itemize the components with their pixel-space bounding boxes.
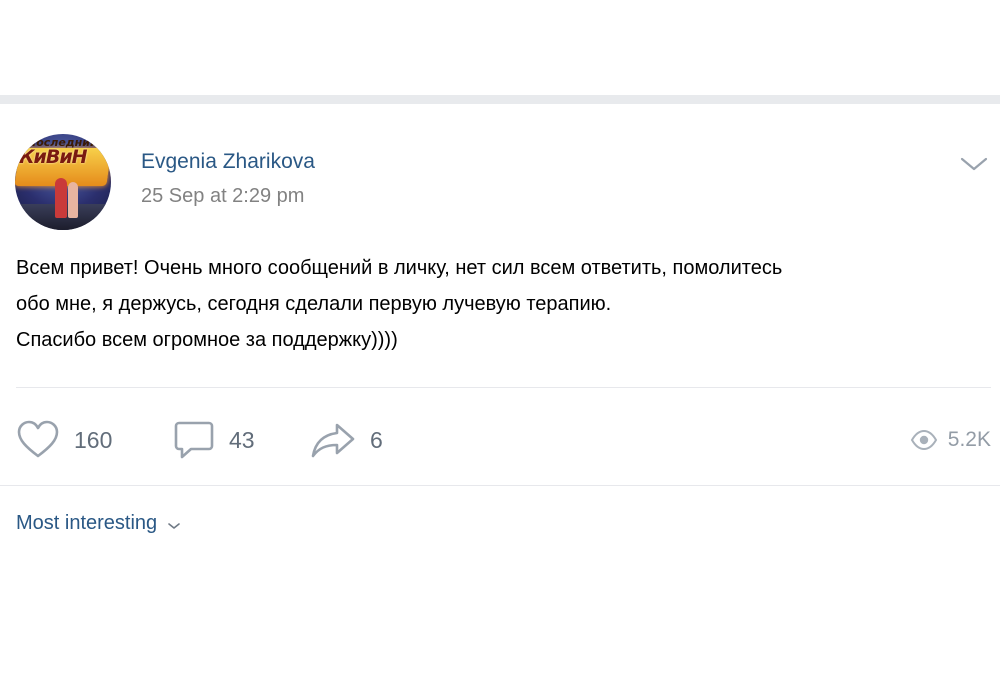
- post-date-link[interactable]: 25 Sep at 2:29 pm: [141, 185, 304, 208]
- chevron-down-icon: [168, 522, 180, 529]
- views-counter: 5.2K: [910, 418, 991, 462]
- like-count: 160: [74, 426, 113, 453]
- views-count: 5.2K: [947, 428, 991, 451]
- comments-sort-label: Most interesting: [16, 512, 158, 534]
- share-arrow-icon: [311, 423, 355, 458]
- comment-count: 43: [229, 426, 255, 453]
- comments-sort-dropdown[interactable]: Most interesting: [16, 512, 181, 535]
- post-divider: [16, 387, 991, 388]
- post-text-line: Всем привет! Очень много сообщений в лич…: [16, 257, 783, 279]
- comment-button[interactable]: 43: [173, 418, 255, 462]
- post-text-line: Спасибо всем огромное за поддержку)))): [16, 329, 398, 351]
- avatar-banner-title: КиВиН: [19, 146, 88, 168]
- share-button[interactable]: 6: [310, 418, 383, 462]
- comment-icon: [174, 421, 214, 459]
- comments-divider: [0, 485, 1000, 486]
- post-text-line: обо мне, я держусь, сегодня сделали перв…: [16, 293, 612, 315]
- heart-icon: [17, 420, 59, 458]
- avatar-figure-left: [55, 178, 67, 218]
- author-avatar[interactable]: Последний КиВиН: [15, 134, 111, 230]
- post-text: Всем привет! Очень много сообщений в лич…: [16, 250, 988, 358]
- feed-separator: [0, 95, 1000, 104]
- share-count: 6: [370, 426, 383, 453]
- post-menu-button[interactable]: [958, 152, 990, 176]
- avatar-figure-right: [68, 182, 78, 218]
- author-name-link[interactable]: Evgenia Zharikova: [141, 150, 315, 174]
- wall-post: Последний КиВиН Evgenia Zharikova 25 Sep…: [0, 104, 1000, 700]
- like-button[interactable]: 160: [16, 418, 112, 462]
- eye-icon: [910, 430, 937, 450]
- top-blank-area: [0, 0, 1000, 95]
- chevron-down-icon: [960, 157, 988, 171]
- post-actions-bar: 160 43 6 5.2K: [0, 408, 1000, 468]
